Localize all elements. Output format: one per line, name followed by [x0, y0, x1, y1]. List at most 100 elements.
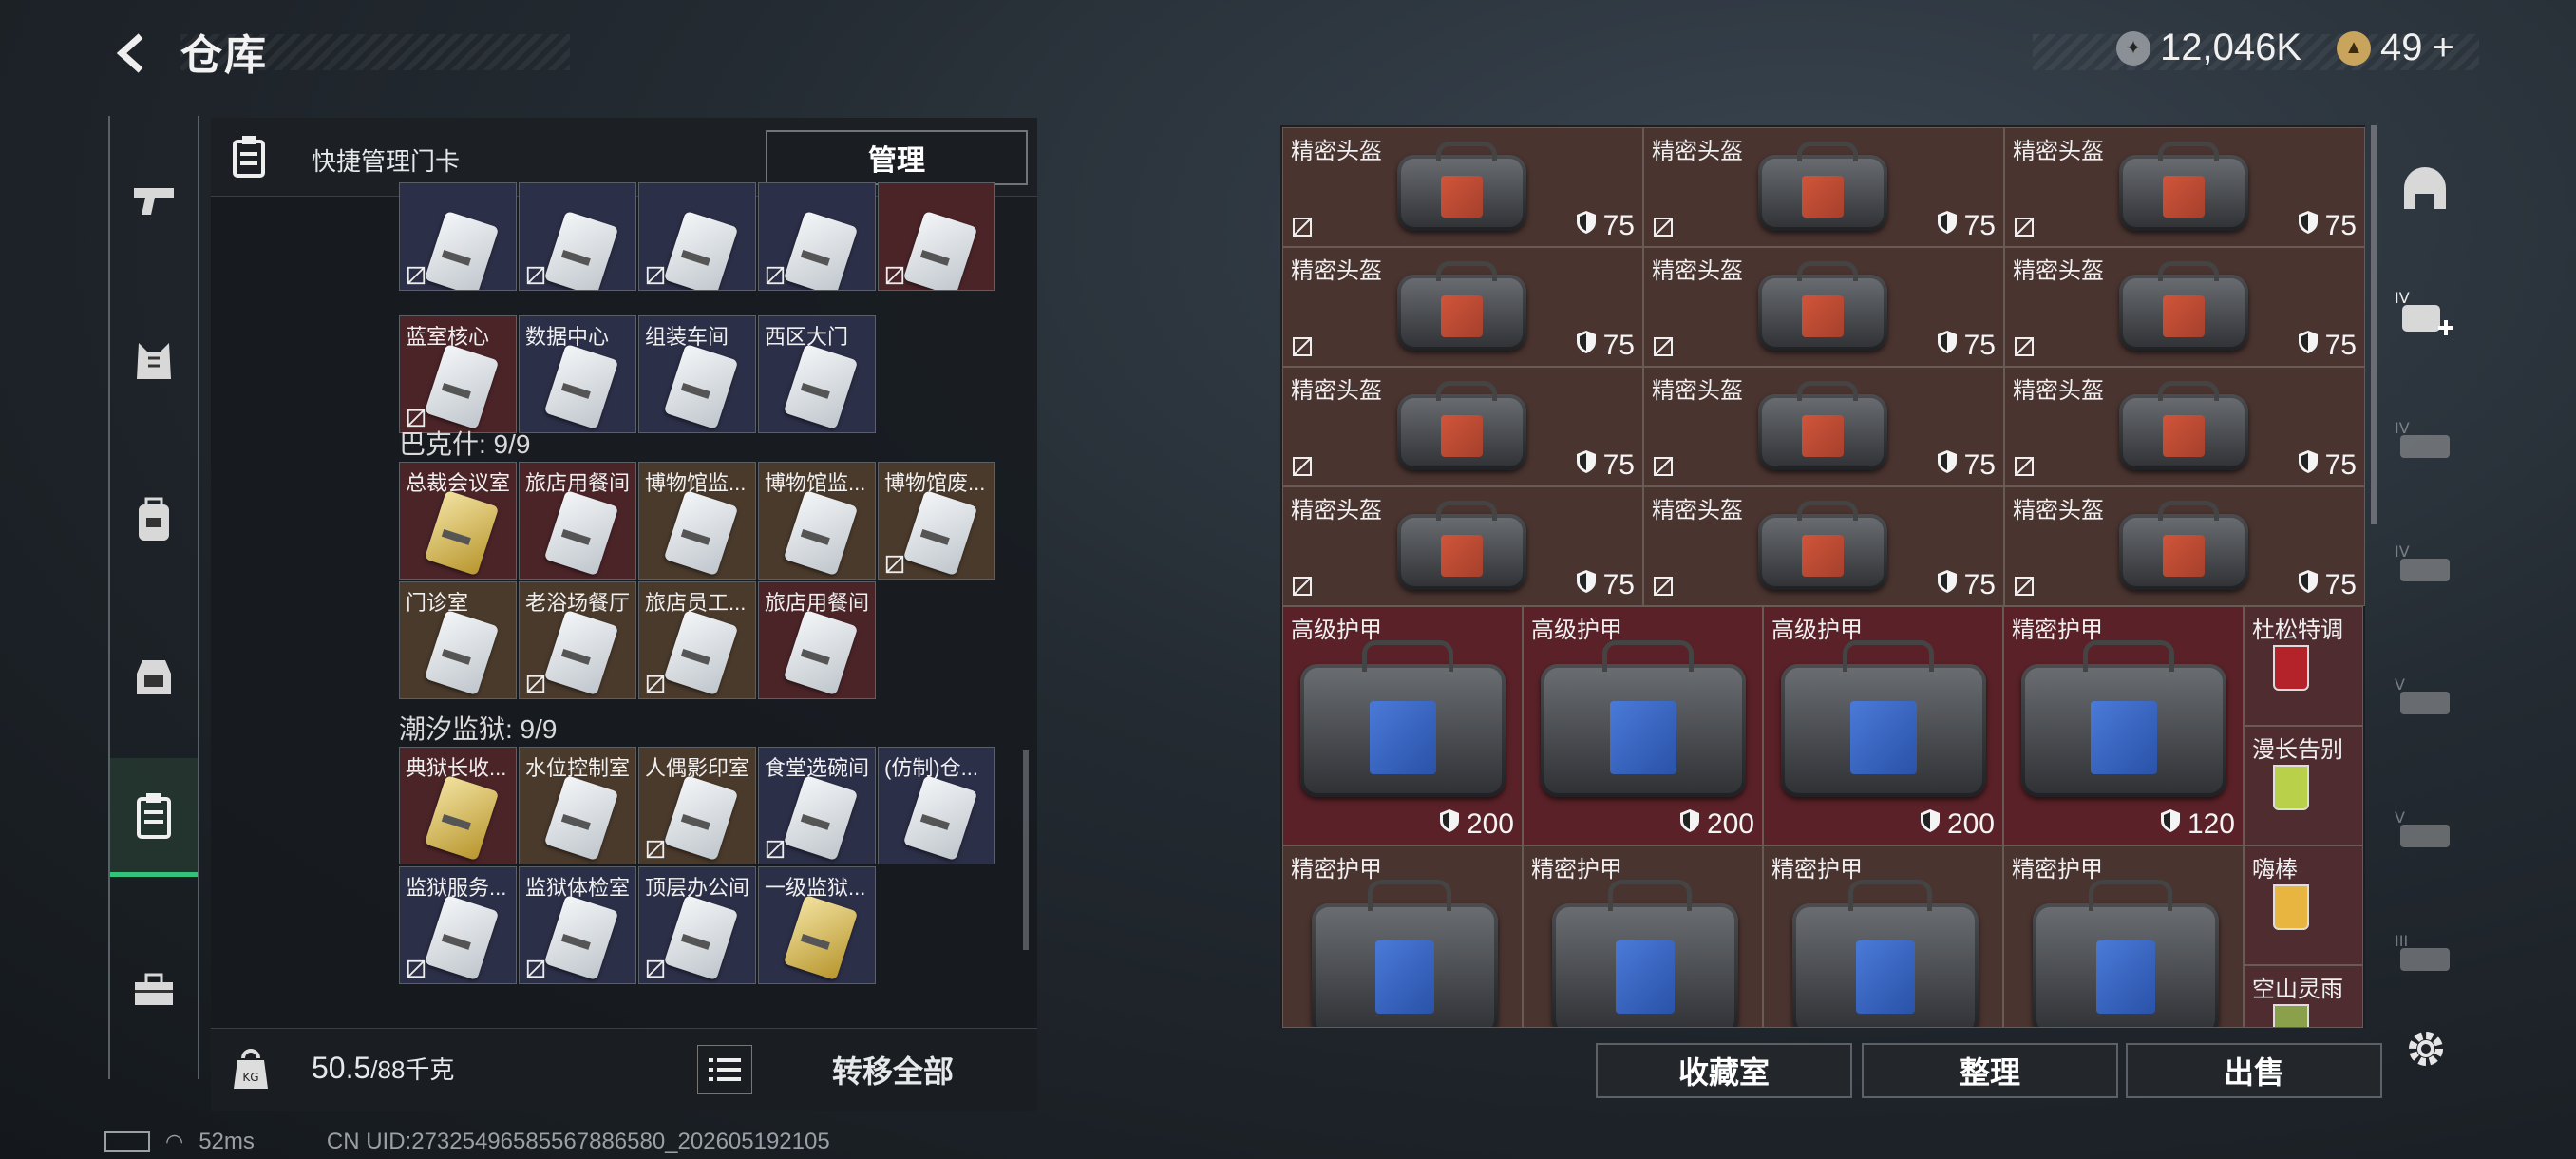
scrollbar[interactable] [1023, 750, 1029, 950]
keycard-image [663, 894, 739, 981]
keycard-cell[interactable] [399, 182, 517, 291]
helmet-item[interactable]: 精密头盔 75 [1643, 486, 2004, 606]
keycard-image [783, 343, 859, 430]
keycard-cell[interactable]: 监狱服务... [399, 866, 517, 984]
keycard-cell[interactable] [638, 182, 756, 291]
keycard-cell[interactable]: 博物馆废... [878, 462, 995, 580]
helmet-item[interactable]: 精密头盔 75 [2004, 247, 2365, 367]
nav-backpack[interactable] [110, 464, 198, 578]
armor-item[interactable]: 高级护甲 200 [1282, 606, 1523, 846]
keycard-cell[interactable]: 人偶影印室 [638, 747, 756, 864]
keycard-cell[interactable]: 组装车间 [638, 315, 756, 433]
keycard-cell[interactable]: 数据中心 [519, 315, 636, 433]
keycard-cell[interactable]: 水位控制室 [519, 747, 636, 864]
durability-number: 75 [1602, 569, 1635, 600]
tier4-armor-slot[interactable]: IV [2392, 408, 2458, 475]
consumable-item[interactable]: 杜松特调 [2244, 606, 2363, 726]
keycard-cell[interactable]: 一级监狱... [758, 866, 876, 984]
helmet-item[interactable]: 精密头盔 75 [1282, 367, 1643, 486]
consumable-item[interactable]: 嗨棒 [2244, 846, 2363, 965]
consumable-item[interactable]: 漫长告别 [2244, 726, 2363, 846]
currency-secondary[interactable]: ▲ 49 + [2337, 27, 2454, 69]
quick-manage-label: 快捷管理门卡 [312, 147, 461, 176]
armor-image [2021, 639, 2226, 797]
keycard-cell[interactable]: 博物馆监... [758, 462, 876, 580]
tier3-armor-slot[interactable]: III [2392, 922, 2458, 988]
helmet-item[interactable]: 精密头盔 75 [1282, 486, 1643, 606]
keycard-label: 顶层办公间 [645, 876, 750, 900]
nav-keycard[interactable] [110, 758, 198, 877]
helmet-image [1397, 260, 1526, 351]
add-armor-icon: IV [2395, 289, 2453, 335]
keycard-cell[interactable] [878, 182, 995, 291]
keycard-cell[interactable]: 旅店用餐间 [758, 581, 876, 699]
nav-armor[interactable] [110, 304, 198, 418]
manage-button[interactable]: 管理 [766, 130, 1028, 185]
sell-button[interactable]: 出售 [2126, 1043, 2382, 1098]
keycard-image [783, 489, 859, 577]
armor-item[interactable]: 精密护甲 [1763, 846, 2003, 1028]
durability-value: 75 [1575, 569, 1635, 601]
keycard-cell[interactable] [758, 182, 876, 291]
consumable-item[interactable]: 空山灵雨 [2244, 965, 2363, 1028]
keycard-cell[interactable]: 顶层办公间 [638, 866, 756, 984]
keycard-cell[interactable]: 博物馆监... [638, 462, 756, 580]
collection-room-button[interactable]: 收藏室 [1596, 1043, 1852, 1098]
tier5-armor-slot[interactable]: V [2392, 665, 2458, 732]
nav-chest-rig[interactable] [110, 619, 198, 733]
armor-item[interactable]: 精密护甲 120 [2003, 606, 2244, 846]
armor-item[interactable]: 高级护甲 200 [1763, 606, 2003, 846]
item-label: 精密头盔 [1291, 378, 1382, 404]
list-view-button[interactable] [697, 1045, 752, 1094]
storage-scrollbar[interactable] [2371, 125, 2377, 524]
keycard-cell[interactable]: 旅店员工... [638, 581, 756, 699]
durability-number: 75 [1963, 449, 1996, 481]
no-drop-icon [1291, 335, 1314, 358]
transfer-all-button[interactable]: 转移全部 [779, 1043, 1007, 1096]
helmet-slot-button[interactable] [2392, 156, 2458, 222]
keycard-cell[interactable]: 总裁会议室 [399, 462, 517, 580]
item-label: 精密护甲 [1771, 857, 1863, 883]
currency-add-icon[interactable]: + [2433, 27, 2454, 69]
tier3-armor-icon: III [2395, 932, 2450, 971]
keycard-label: 博物馆废... [884, 471, 986, 495]
keycard-label: 组装车间 [645, 325, 729, 349]
keycard-image [424, 774, 500, 862]
keycard-cell[interactable]: 典狱长收... [399, 747, 517, 864]
helmet-image [2119, 260, 2248, 351]
keycard-cell[interactable]: 蓝室核心 [399, 315, 517, 433]
sort-button[interactable]: 整理 [1862, 1043, 2118, 1098]
keycard-cell[interactable]: 监狱体检室 [519, 866, 636, 984]
helmet-item[interactable]: 精密头盔 75 [2004, 367, 2365, 486]
no-drop-icon [525, 959, 546, 979]
keycard-cell[interactable]: 门诊室 [399, 581, 517, 699]
helmet-item[interactable]: 精密头盔 75 [1643, 247, 2004, 367]
keycard-cell[interactable]: 食堂选碗间 [758, 747, 876, 864]
armor-item[interactable]: 高级护甲 200 [1523, 606, 1763, 846]
helmet-item[interactable]: 精密头盔 75 [2004, 486, 2365, 606]
armor-item[interactable]: 精密护甲 [1523, 846, 1763, 1028]
tier4-rig-slot[interactable]: IV [2392, 532, 2458, 598]
back-button[interactable] [104, 25, 161, 82]
helmet-item[interactable]: 精密头盔 75 [1282, 247, 1643, 367]
helmet-item[interactable]: 精密头盔 75 [1282, 127, 1643, 247]
add-armor-button[interactable]: IV [2392, 279, 2458, 346]
settings-button[interactable] [2399, 1022, 2453, 1075]
keycard-cell[interactable] [519, 182, 636, 291]
keycard-cell[interactable]: (仿制)仓... [878, 747, 995, 864]
svg-text:IV: IV [2395, 419, 2410, 437]
keycard-cell[interactable]: 旅店用餐间 [519, 462, 636, 580]
helmet-item[interactable]: 精密头盔 75 [1643, 127, 2004, 247]
keycard-cell[interactable]: 西区大门 [758, 315, 876, 433]
nav-weapon[interactable] [110, 144, 198, 258]
vest-icon [137, 343, 171, 379]
nav-toolbox[interactable] [110, 933, 198, 1047]
helmet-item[interactable]: 精密头盔 75 [1643, 367, 2004, 486]
armor-item[interactable]: 精密护甲 [2003, 846, 2244, 1028]
tier5-rig-slot[interactable]: V [2392, 798, 2458, 864]
keycard-cell[interactable]: 老浴场餐厅 [519, 581, 636, 699]
keycard-label: 总裁会议室 [406, 471, 511, 495]
helmet-item[interactable]: 精密头盔 75 [2004, 127, 2365, 247]
currency-main: ✦ 12,046K [2116, 27, 2301, 69]
armor-item[interactable]: 精密护甲 [1282, 846, 1523, 1028]
